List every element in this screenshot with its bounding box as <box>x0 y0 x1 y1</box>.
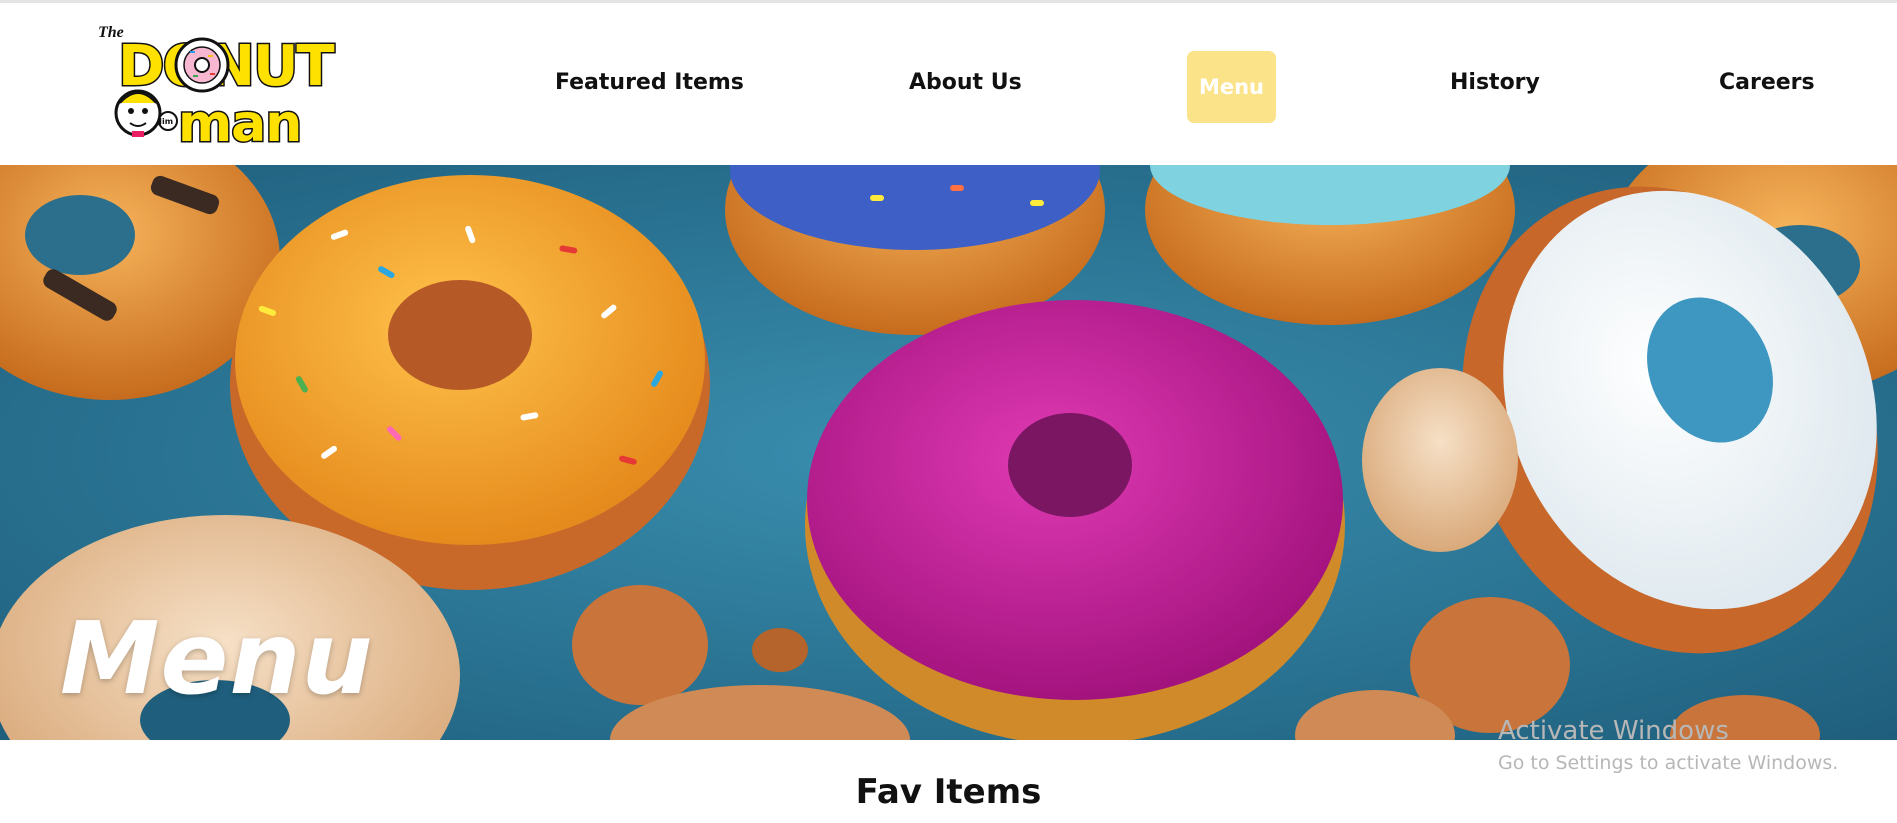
windows-activation-watermark: Activate Windows Go to Settings to activ… <box>1498 716 1838 774</box>
nav-featured-items[interactable]: Featured Items <box>555 70 744 95</box>
site-header: The DONUT Jim man Featured Items About U… <box>0 3 1897 165</box>
nav-history[interactable]: History <box>1450 70 1540 95</box>
nav-about-us[interactable]: About Us <box>909 70 1022 95</box>
watermark-line1: Activate Windows <box>1498 716 1729 746</box>
nav-menu-active[interactable]: Menu <box>1187 51 1276 123</box>
section-title: Fav Items <box>855 772 1042 812</box>
hero-title: Menu <box>60 600 374 717</box>
logo-man-text: man <box>178 94 301 148</box>
logo-jim-badge: Jim <box>158 117 173 126</box>
donut-man-logo[interactable]: The DONUT Jim man <box>90 23 370 148</box>
watermark-line2: Go to Settings to activate Windows. <box>1498 752 1839 774</box>
nav-careers[interactable]: Careers <box>1719 70 1815 95</box>
